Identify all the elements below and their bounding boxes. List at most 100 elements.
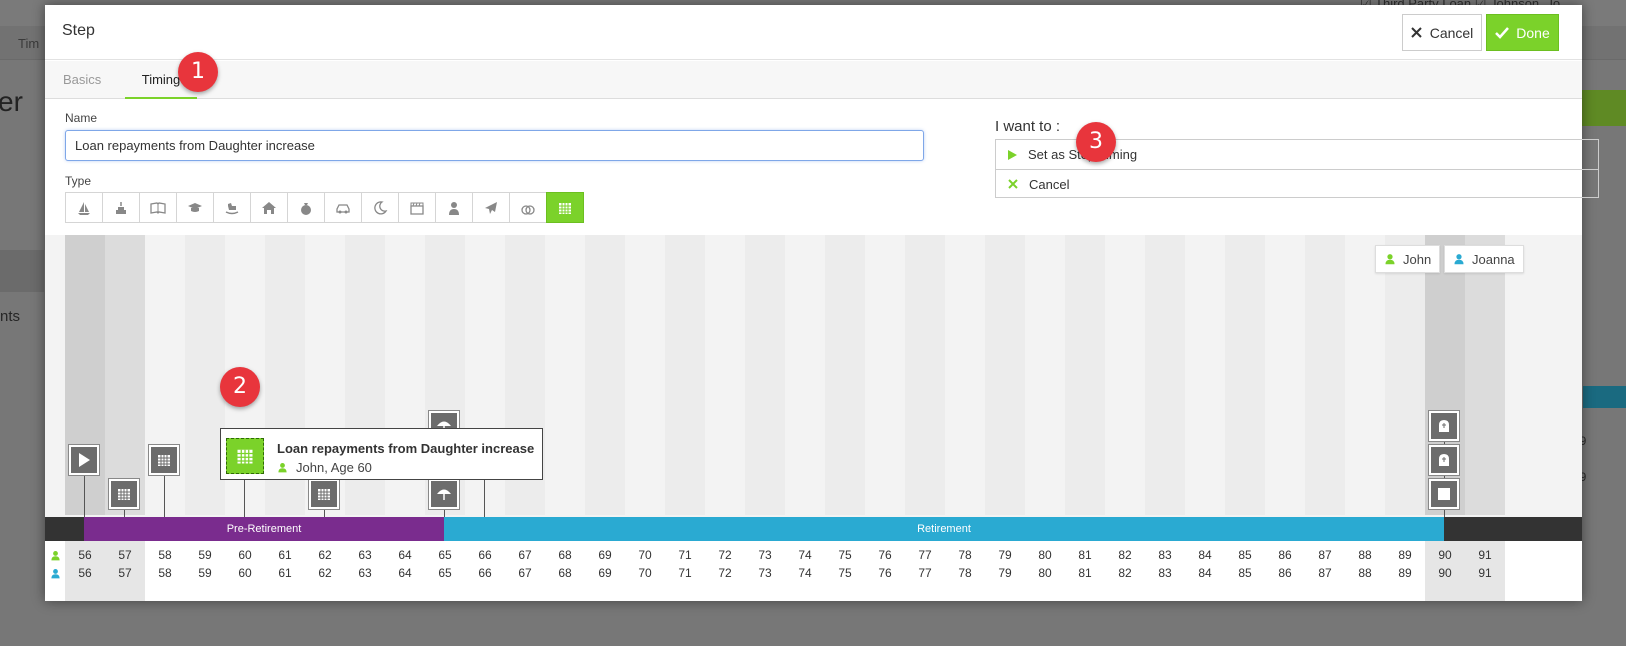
- type-label: Type: [65, 174, 92, 188]
- age-cell: 57: [118, 548, 132, 562]
- check-icon: [1495, 26, 1510, 39]
- name-input[interactable]: [65, 130, 924, 161]
- timeline-column[interactable]: [1265, 235, 1305, 515]
- person-icon: [449, 201, 459, 215]
- age-cell: 62: [318, 566, 332, 580]
- type-book-button[interactable]: [139, 192, 177, 223]
- person-name: Joanna: [1472, 251, 1515, 267]
- timeline-column[interactable]: [1465, 235, 1505, 515]
- start-event[interactable]: [69, 445, 99, 475]
- timeline-column[interactable]: [1105, 235, 1145, 515]
- timeline-column[interactable]: [945, 235, 985, 515]
- timeline-column[interactable]: [1185, 235, 1225, 515]
- modal-title: Step: [62, 22, 95, 39]
- timeline-column[interactable]: [1065, 235, 1105, 515]
- calendar-grid-icon: [559, 202, 571, 214]
- step-modal: Step Cancel Done Basics Timing 1 Name Ty…: [45, 5, 1599, 601]
- type-home-button[interactable]: [250, 192, 288, 223]
- type-rocking-horse-button[interactable]: [213, 192, 251, 223]
- close-icon: [1008, 179, 1018, 189]
- timeline-column[interactable]: [985, 235, 1025, 515]
- timeline-column[interactable]: [1145, 235, 1185, 515]
- timeline-column[interactable]: [665, 235, 705, 515]
- person-icon: [48, 546, 62, 564]
- age-cell: 90: [1438, 566, 1452, 580]
- type-sailboat-button[interactable]: [65, 192, 103, 223]
- person-toggle-john[interactable]: John: [1375, 245, 1441, 273]
- calendar-grid-icon: [237, 449, 253, 464]
- type-clapperboard-button[interactable]: [398, 192, 436, 223]
- timeline-column[interactable]: [1225, 235, 1265, 515]
- type-money-bag-button[interactable]: [287, 192, 325, 223]
- type-graduation-button[interactable]: [176, 192, 214, 223]
- calendar-grid-icon: [318, 489, 330, 500]
- age-cell: 69: [598, 548, 612, 562]
- calendar-event[interactable]: [149, 445, 179, 475]
- event-stem: [84, 475, 85, 517]
- money-bag-icon: [301, 202, 311, 215]
- timeline-column[interactable]: [825, 235, 865, 515]
- calendar-grid-icon: [158, 455, 170, 466]
- type-person-button[interactable]: [435, 192, 473, 223]
- umbrella-event[interactable]: [429, 479, 459, 509]
- timeline-column[interactable]: [105, 235, 145, 515]
- event-popup[interactable]: Loan repayments from Daughter increase J…: [220, 428, 543, 480]
- age-cell: 74: [798, 566, 812, 580]
- timeline-column[interactable]: [1025, 235, 1065, 515]
- callout-badge-3: 3: [1076, 122, 1116, 162]
- clapperboard-icon: [410, 202, 424, 215]
- type-airplane-button[interactable]: [472, 192, 510, 223]
- age-cell: 56: [78, 548, 92, 562]
- tombstone-icon: [1439, 454, 1449, 466]
- cake-icon: [116, 201, 126, 214]
- timeline-column[interactable]: [745, 235, 785, 515]
- age-cell: 84: [1198, 566, 1212, 580]
- home-icon: [262, 201, 276, 214]
- timeline-column[interactable]: [785, 235, 825, 515]
- timeline-column[interactable]: [625, 235, 665, 515]
- timeline-column[interactable]: [185, 235, 225, 515]
- timeline-column[interactable]: [905, 235, 945, 515]
- timeline-column[interactable]: [865, 235, 905, 515]
- calendar-event[interactable]: [109, 479, 139, 509]
- timeline-column[interactable]: [1385, 235, 1425, 515]
- person-toggle-joanna[interactable]: Joanna: [1444, 245, 1524, 273]
- age-cell: 60: [238, 548, 252, 562]
- timeline-column[interactable]: [705, 235, 745, 515]
- cancel-button[interactable]: Cancel: [1402, 14, 1482, 51]
- type-car-button[interactable]: [324, 192, 362, 223]
- popup-subtitle: John, Age 60: [277, 460, 372, 475]
- timeline-column[interactable]: [1345, 235, 1385, 515]
- age-cell: 67: [518, 548, 532, 562]
- age-cell: 86: [1278, 566, 1292, 580]
- calendar-event[interactable]: [309, 479, 339, 509]
- cancel-option[interactable]: Cancel: [996, 169, 1598, 198]
- phase-retirement: Retirement: [444, 517, 1444, 541]
- age-cell: 85: [1238, 566, 1252, 580]
- age-cell: 57: [118, 566, 132, 580]
- type-cake-button[interactable]: [102, 192, 140, 223]
- timeline-column[interactable]: [1305, 235, 1345, 515]
- timeline-column[interactable]: [545, 235, 585, 515]
- calendar-grid-icon: [118, 489, 130, 500]
- type-rings-button[interactable]: [509, 192, 547, 223]
- popup-title: Loan repayments from Daughter increase: [277, 441, 535, 456]
- age-cell: 60: [238, 566, 252, 580]
- person-icon: [1385, 254, 1395, 265]
- timeline-column[interactable]: [585, 235, 625, 515]
- age-cell: 58: [158, 566, 172, 580]
- background-sidebar-text: nts: [0, 308, 21, 325]
- age-cell: 88: [1358, 548, 1372, 562]
- type-calendar-button[interactable]: [546, 192, 584, 223]
- tombstone-event[interactable]: [1429, 411, 1459, 441]
- background-band: [0, 250, 44, 292]
- tombstone-event[interactable]: [1429, 445, 1459, 475]
- stop-event[interactable]: [1429, 479, 1459, 509]
- age-cell: 80: [1038, 566, 1052, 580]
- type-moon-button[interactable]: [361, 192, 399, 223]
- done-button[interactable]: Done: [1486, 14, 1559, 51]
- tab-basics[interactable]: Basics: [63, 61, 123, 99]
- age-cell: 73: [758, 566, 772, 580]
- age-cell: 79: [998, 548, 1012, 562]
- age-cell: 89: [1398, 548, 1412, 562]
